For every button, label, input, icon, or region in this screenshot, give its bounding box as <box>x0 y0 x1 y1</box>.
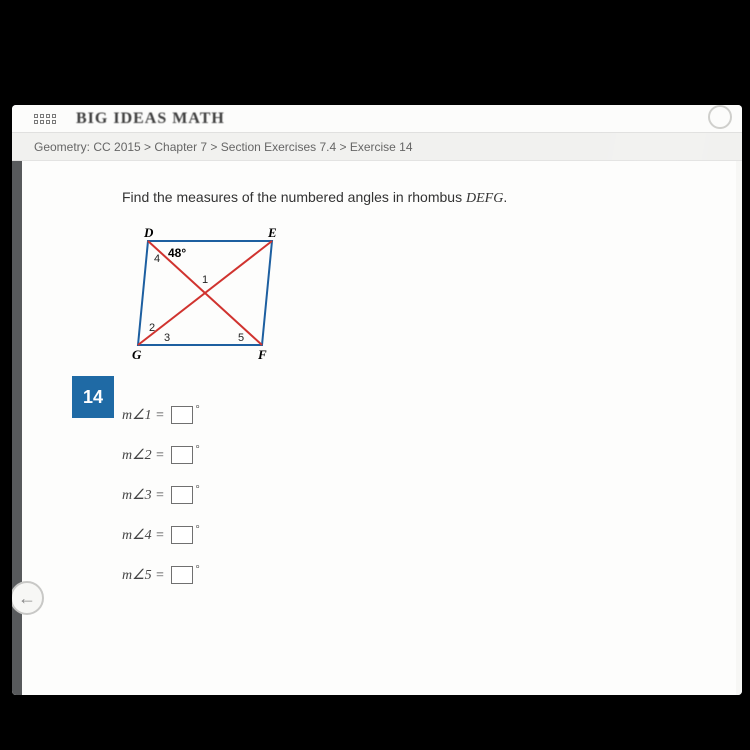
prompt-shape-name: DEFG <box>466 191 503 206</box>
answer-label: m∠2 = <box>122 447 165 464</box>
answer-row-2: m∠2 = ° <box>122 446 708 464</box>
exercise-page: Find the measures of the numbered angles… <box>22 161 736 695</box>
degree-symbol: ° <box>196 564 200 575</box>
vertex-D: D <box>143 225 154 240</box>
angle-5: 5 <box>238 332 244 344</box>
answer-row-5: m∠5 = ° <box>122 566 708 584</box>
answer-row-1: m∠1 = ° <box>122 406 708 424</box>
answer-input-5[interactable] <box>171 566 193 584</box>
angle-1: 1 <box>202 274 208 286</box>
degree-symbol: ° <box>196 484 200 495</box>
vertex-E: E <box>267 225 277 240</box>
answer-label: m∠1 = <box>122 407 165 424</box>
angle-3: 3 <box>164 332 170 344</box>
prompt-suffix: . <box>503 189 507 205</box>
answer-input-1[interactable] <box>171 406 193 424</box>
brand-logo: BIG IDEAS MATH <box>76 110 225 128</box>
left-gutter <box>12 161 22 695</box>
answer-row-3: m∠3 = ° <box>122 486 708 504</box>
content-area: ← Find the measures of the numbered angl… <box>12 161 742 695</box>
vertex-G: G <box>132 347 142 362</box>
answer-row-4: m∠4 = ° <box>122 526 708 544</box>
exercise-number-badge: 14 <box>72 376 114 418</box>
app-menu-icon[interactable] <box>34 114 58 124</box>
answer-label: m∠5 = <box>122 567 165 584</box>
exercise-prompt: Find the measures of the numbered angles… <box>122 189 708 207</box>
answer-label: m∠4 = <box>122 527 165 544</box>
tablet-screen: BIG IDEAS MATH Geometry: CC 2015 > Chapt… <box>12 105 742 695</box>
vertex-F: F <box>257 347 267 362</box>
profile-circle-icon[interactable] <box>708 105 732 129</box>
answer-list: m∠1 = ° m∠2 = ° m∠3 = ° m∠4 = ° m∠5 = <box>122 406 708 584</box>
breadcrumb[interactable]: Geometry: CC 2015 > Chapter 7 > Section … <box>12 133 742 161</box>
degree-symbol: ° <box>196 524 200 535</box>
given-angle: 48° <box>168 246 186 260</box>
rhombus-figure: D E G F 48° 4 1 2 3 5 <box>126 225 708 380</box>
answer-input-2[interactable] <box>171 446 193 464</box>
answer-input-3[interactable] <box>171 486 193 504</box>
degree-symbol: ° <box>196 444 200 455</box>
angle-4: 4 <box>154 253 160 265</box>
app-topbar: BIG IDEAS MATH <box>12 105 742 133</box>
answer-label: m∠3 = <box>122 487 165 504</box>
angle-2: 2 <box>149 322 155 334</box>
arrow-left-icon: ← <box>18 588 36 609</box>
answer-input-4[interactable] <box>171 526 193 544</box>
degree-symbol: ° <box>196 404 200 415</box>
top-black-bar <box>0 0 750 100</box>
prompt-text: Find the measures of the numbered angles… <box>122 189 466 205</box>
